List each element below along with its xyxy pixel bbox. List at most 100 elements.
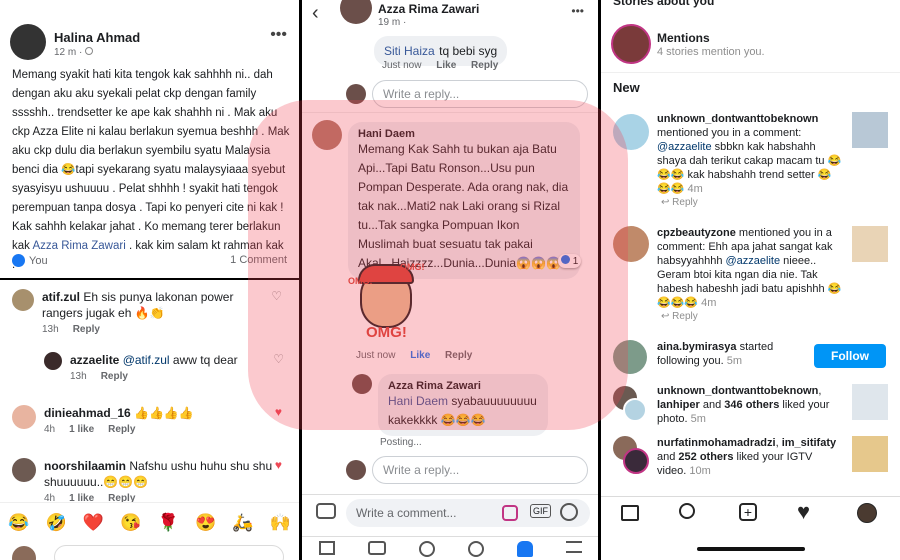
username[interactable]: aina.bymirasya: [657, 341, 737, 353]
mention-link[interactable]: @atif.zul: [123, 353, 170, 367]
search-icon[interactable]: [679, 503, 695, 519]
commenter-avatar[interactable]: [44, 352, 62, 370]
commenter-name[interactable]: azzaelite: [70, 353, 119, 367]
commenter-name[interactable]: atif.zul: [42, 290, 80, 304]
heart-icon[interactable]: ♡: [271, 289, 282, 303]
heart-filled-icon[interactable]: ♥: [275, 458, 282, 472]
more-options-icon[interactable]: •••: [571, 4, 584, 18]
comment-count[interactable]: 1 Comment: [230, 254, 287, 266]
emoji-button[interactable]: 🤣: [45, 513, 66, 533]
mention-link[interactable]: Hani Daem: [388, 394, 448, 408]
home-icon[interactable]: [621, 505, 639, 521]
friends-icon: [85, 47, 94, 55]
like-reaction-icon: [12, 254, 25, 267]
post-thumbnail[interactable]: [852, 436, 888, 472]
back-arrow-icon[interactable]: ‹: [312, 2, 319, 25]
reply-button[interactable]: ↩ Reply: [661, 196, 698, 210]
gif-button[interactable]: GIF: [530, 504, 551, 518]
like-button[interactable]: Like: [436, 60, 456, 71]
author-avatar[interactable]: [340, 0, 372, 24]
commenter-name[interactable]: noorshilaamin: [44, 459, 126, 473]
like-button[interactable]: Like: [410, 350, 430, 361]
comment-input[interactable]: Write a comment...: [346, 499, 590, 527]
reply-input[interactable]: Write a reply...: [372, 80, 588, 108]
commenter-name[interactable]: dinieahmad_16: [44, 406, 131, 420]
watch-icon[interactable]: [367, 541, 386, 555]
reaction-badge[interactable]: 1: [558, 254, 582, 268]
commenter-avatar[interactable]: [352, 374, 372, 394]
reaction-summary[interactable]: You: [12, 254, 48, 267]
mention-link[interactable]: Azza Rima Zawari: [32, 240, 125, 252]
commenter-avatar[interactable]: [12, 458, 36, 482]
username[interactable]: unknown_dontwanttobeknown: [657, 113, 818, 125]
bottom-nav: + ♥: [601, 496, 900, 560]
post-thumbnail[interactable]: [852, 384, 888, 420]
reply-button[interactable]: Reply: [108, 424, 135, 435]
user-avatar[interactable]: [613, 114, 649, 150]
author-avatar[interactable]: [10, 24, 46, 60]
author-name[interactable]: Azza Rima Zawari: [378, 2, 479, 16]
profile-avatar-icon[interactable]: [857, 503, 877, 523]
reply-button[interactable]: Reply: [445, 350, 472, 361]
user-avatar: [346, 460, 366, 480]
username[interactable]: lanhiper: [657, 399, 700, 411]
heart-filled-icon[interactable]: ♥: [275, 405, 282, 419]
reply-button[interactable]: ↩ Reply: [661, 310, 698, 324]
username[interactable]: unknown_dontwanttobeknown: [657, 385, 818, 397]
divider: [0, 278, 299, 280]
emoji-button[interactable]: 🌹: [158, 513, 179, 533]
camera-icon[interactable]: [316, 503, 336, 519]
activity-heart-icon[interactable]: ♥: [797, 499, 810, 525]
mention-link[interactable]: @azzaelite: [657, 141, 712, 153]
emoji-button[interactable]: 😍: [195, 513, 216, 533]
user-avatar[interactable]: [613, 340, 647, 374]
nested-reply: Azza Rima Zawari Hani Daem syabauuuuuuuu…: [352, 374, 548, 436]
comment-input[interactable]: [54, 545, 284, 560]
sticker-icon[interactable]: [502, 505, 518, 521]
mention-link[interactable]: @azzaelite: [726, 255, 781, 267]
reply-button[interactable]: Reply: [73, 324, 100, 335]
activity-text: unknown_dontwanttobeknown, lanhiper and …: [657, 385, 830, 425]
emoji-icon[interactable]: [560, 503, 578, 521]
author-name[interactable]: Halina Ahmad: [54, 30, 140, 45]
commenter-name[interactable]: Hani Daem: [358, 128, 570, 140]
reply-button[interactable]: Reply: [471, 60, 498, 71]
mentions-avatar[interactable]: [611, 24, 651, 64]
like-count[interactable]: 1 like: [69, 424, 94, 435]
reply-button[interactable]: Reply: [101, 371, 128, 382]
emoji-button[interactable]: ❤️: [83, 513, 104, 533]
reply-input[interactable]: Write a reply...: [372, 456, 588, 484]
commenter-avatar[interactable]: [12, 289, 34, 311]
user-avatar[interactable]: [623, 398, 647, 422]
commenter-avatar[interactable]: [312, 120, 342, 150]
post-thumbnail[interactable]: [852, 226, 888, 262]
profile-icon[interactable]: [418, 541, 435, 557]
emoji-button[interactable]: 🛵: [232, 513, 253, 533]
mentions-title[interactable]: Mentions: [657, 31, 710, 45]
heart-icon[interactable]: ♡: [273, 352, 284, 366]
section-header: Stories about you: [613, 0, 715, 8]
user-avatar[interactable]: [613, 226, 649, 262]
emoji-button[interactable]: 🙌: [270, 513, 291, 533]
commenter-avatar[interactable]: [12, 405, 36, 429]
more-options-icon[interactable]: •••: [270, 26, 287, 44]
username[interactable]: nurfatinmohamadradzi: [657, 437, 776, 449]
omg-sticker[interactable]: OMG! OMG! OMG!: [348, 262, 425, 346]
activity-text: aina.bymirasya started following you. 5m: [657, 341, 774, 367]
menu-icon[interactable]: [565, 541, 582, 553]
follow-button[interactable]: Follow: [814, 344, 886, 368]
new-post-icon[interactable]: +: [739, 503, 757, 521]
username[interactable]: im_sitifaty: [782, 437, 836, 449]
commenter-name[interactable]: Siti Haiza: [384, 44, 435, 58]
emoji-button[interactable]: 😘: [120, 513, 141, 533]
home-icon[interactable]: [318, 541, 335, 555]
groups-icon[interactable]: [467, 541, 484, 557]
user-avatar[interactable]: [623, 448, 649, 474]
notifications-icon[interactable]: [516, 541, 533, 557]
username[interactable]: cpzbeautyzone: [657, 227, 736, 239]
sticker-text: OMG!: [348, 276, 373, 286]
commenter-name[interactable]: Azza Rima Zawari: [388, 380, 538, 392]
facebook-comments-panel: ‹ Azza Rima Zawari 19 m · ••• Siti Haiza…: [302, 0, 598, 560]
emoji-button[interactable]: 😂: [8, 513, 29, 533]
post-thumbnail[interactable]: [852, 112, 888, 148]
